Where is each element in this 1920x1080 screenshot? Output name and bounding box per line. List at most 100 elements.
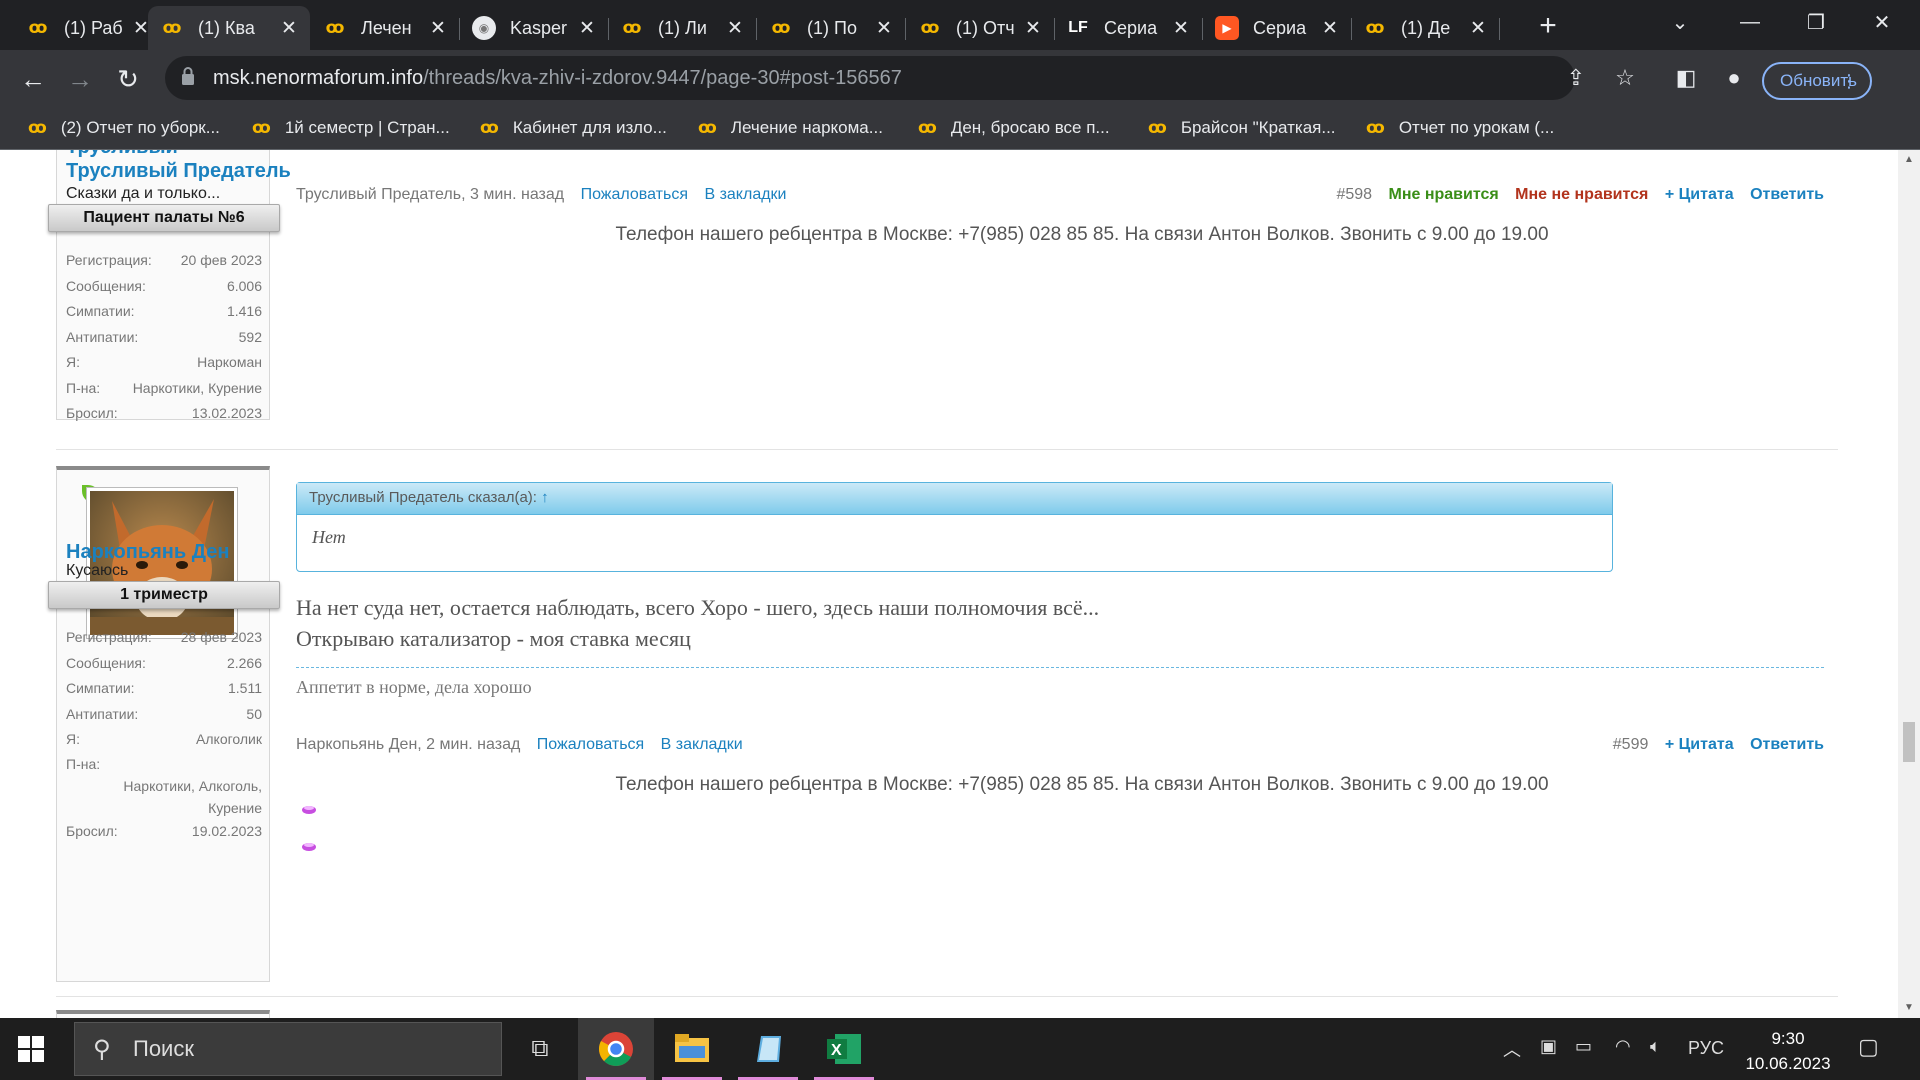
wifi-icon[interactable]: ◠	[1615, 1036, 1631, 1057]
tab-close-icon[interactable]: ✕	[429, 17, 447, 40]
url-text[interactable]: msk.nenormaforum.info/threads/kva-zhiv-i…	[213, 67, 902, 90]
scrollbar-thumb[interactable]	[1903, 722, 1915, 762]
scroll-up-arrow-icon[interactable]: ▲	[1904, 154, 1914, 165]
battery-icon[interactable]: ▭	[1575, 1036, 1592, 1057]
bookmark-item[interactable]: ꝏ Лечение наркома...	[698, 116, 883, 140]
quote-author: Трусливый Предатель сказал(а):	[309, 489, 537, 506]
clock-time: 9:30	[1771, 1029, 1805, 1048]
post1-username-line2[interactable]: Трусливый Предатель	[66, 160, 291, 182]
tab-close-icon[interactable]: ✕	[1172, 17, 1190, 40]
browser-tab[interactable]: ꝏ (1) Отч ✕	[906, 6, 1055, 50]
taskbar-clock[interactable]: 9:30 10.06.2023	[1738, 1026, 1838, 1076]
update-button[interactable]: Обновить ⋮	[1762, 62, 1872, 100]
browser-tab[interactable]: ꝏ Лечен ✕	[311, 6, 460, 50]
volume-icon[interactable]: 🔈︎	[1650, 1036, 1661, 1057]
stat-value: 2.266	[226, 654, 262, 671]
tab-search-chevron-icon[interactable]: ⌄	[1650, 0, 1710, 44]
tab-title: Сериа	[1104, 17, 1158, 38]
lock-icon[interactable]	[181, 66, 195, 86]
share-icon[interactable]: ⇪	[1562, 64, 1590, 92]
browser-tab[interactable]: ꝏ (1) Раб ✕	[14, 6, 163, 50]
bookmark-item[interactable]: ꝏ Ден, бросаю все п...	[918, 116, 1110, 140]
tab-close-icon[interactable]: ✕	[578, 17, 596, 40]
bookmark-label: Лечение наркома...	[730, 118, 883, 137]
post2-bookmark-link[interactable]: В закладки	[661, 736, 743, 753]
browser-tab[interactable]: ◉ Kasper ✕	[460, 6, 609, 50]
browser-tab[interactable]: ꝏ (1) По ✕	[757, 6, 906, 50]
browser-tab[interactable]: LF Сериа ✕	[1054, 6, 1203, 50]
meet-now-icon[interactable]: ▣	[1540, 1036, 1557, 1057]
browser-tab[interactable]: ꝏ (1) Де ✕	[1351, 6, 1500, 50]
tab-close-icon[interactable]: ✕	[1469, 17, 1487, 40]
excel-app-icon[interactable]: X	[806, 1018, 882, 1080]
tray-chevron-up-icon[interactable]: ︿	[1503, 1036, 1521, 1062]
bookmark-item[interactable]: ꝏ Брайсон "Краткая...	[1148, 116, 1336, 140]
minimize-button[interactable]: —	[1720, 0, 1780, 44]
tab-title: (1) По	[807, 17, 857, 38]
back-arrow-icon[interactable]: ←	[16, 62, 50, 96]
side-panel-icon[interactable]: ◧	[1672, 64, 1700, 92]
svg-text:X: X	[831, 1042, 842, 1059]
post1-bookmark-link[interactable]: В закладки	[704, 186, 786, 203]
post2-number[interactable]: #599	[1613, 736, 1649, 753]
taskbar-search[interactable]: ⚲ Поиск	[74, 1022, 502, 1076]
close-window-button[interactable]: ✕	[1852, 0, 1912, 44]
reload-icon[interactable]: ↻	[111, 62, 145, 96]
post1-like-link[interactable]: Мне нравится	[1389, 186, 1499, 203]
message-line: На нет суда нет, остается наблюдать, все…	[296, 595, 1100, 620]
post2-user-stats: Регистрация: 28 фев 2023 Сообщения: 2.266 Си…	[66, 625, 262, 844]
post1-username[interactable]: Трусливый	[66, 150, 178, 158]
scroll-down-arrow-icon[interactable]: ▼	[1904, 1002, 1914, 1013]
profile-icon[interactable]: ●	[1720, 64, 1748, 92]
bookmark-favicon-icon: ꝏ	[918, 118, 937, 137]
post1-author-time[interactable]: Трусливый Предатель, 3 мин. назад	[296, 186, 564, 203]
tab-close-icon[interactable]: ✕	[1321, 17, 1339, 40]
stat-row: П-на: Наркотики, Курение	[66, 376, 262, 402]
language-indicator[interactable]: РУС	[1688, 1038, 1724, 1059]
bookmark-label: Кабинет для изло...	[512, 118, 667, 137]
post2-quote-link[interactable]: + Цитата	[1665, 736, 1734, 753]
bookmark-item[interactable]: ꝏ Кабинет для изло...	[480, 116, 667, 140]
bookmark-item[interactable]: ꝏ 1й семестр | Стран...	[252, 116, 450, 140]
notepad-app-icon[interactable]	[730, 1018, 806, 1080]
bookmark-item[interactable]: ꝏ (2) Отчет по уборк...	[28, 116, 220, 140]
tab-title: (1) Ли	[658, 17, 707, 38]
menu-dots-icon[interactable]: ⋮	[1840, 71, 1858, 92]
tab-close-icon[interactable]: ✕	[280, 17, 298, 40]
bookmark-item[interactable]: ꝏ Отчет по урокам (...	[1366, 116, 1554, 140]
post1-reply-link[interactable]: Ответить	[1750, 186, 1824, 203]
url-path: /threads/kva-zhiv-i-zdorov.9447/page-30#…	[423, 67, 902, 89]
page-scrollbar[interactable]: ▲ ▼	[1898, 150, 1920, 1018]
post2-report-link[interactable]: Пожаловаться	[537, 736, 644, 753]
file-explorer-icon[interactable]	[654, 1018, 730, 1080]
search-placeholder: Поиск	[133, 1036, 194, 1061]
post2-author-time[interactable]: Наркопьянь Ден, 2 мин. назад	[296, 736, 520, 753]
chrome-taskbar-icon[interactable]	[578, 1018, 654, 1080]
post1-report-link[interactable]: Пожаловаться	[581, 186, 688, 203]
stat-row: Сообщения: 6.006	[66, 274, 262, 300]
post1-dislike-link[interactable]: Мне не нравится	[1515, 186, 1648, 203]
post2-username[interactable]: Наркопьянь Ден	[66, 541, 229, 563]
new-tab-button[interactable]: +	[1530, 8, 1566, 44]
browser-tab[interactable]: ꝏ (1) Ли ✕	[608, 6, 757, 50]
forward-arrow-icon[interactable]: →	[63, 62, 97, 96]
browser-tab[interactable]: ▶ Сериа ✕	[1203, 6, 1352, 50]
post1-quote-link[interactable]: + Цитата	[1665, 186, 1734, 203]
tab-close-icon[interactable]: ✕	[726, 17, 744, 40]
post1-number[interactable]: #598	[1336, 186, 1372, 203]
clock-date: 10.06.2023	[1745, 1054, 1831, 1073]
browser-tab[interactable]: ꝏ (1) Ква ✕	[148, 6, 310, 50]
tab-close-icon[interactable]: ✕	[1024, 17, 1042, 40]
post2-user-title: Кусаюсь	[66, 562, 129, 579]
windows-start-icon[interactable]	[18, 1036, 44, 1062]
restore-button[interactable]: ❐	[1786, 0, 1846, 44]
tab-favicon-icon: ꝏ	[325, 18, 345, 37]
task-view-icon[interactable]: ⧉	[502, 1018, 578, 1080]
post1-meta: Трусливый Предатель, 3 мин. назад Пожало…	[296, 186, 787, 204]
bookmark-star-icon[interactable]: ☆	[1611, 64, 1639, 92]
notifications-icon[interactable]: ▢	[1858, 1034, 1879, 1060]
post2-reply-link[interactable]: Ответить	[1750, 736, 1824, 753]
tab-close-icon[interactable]: ✕	[875, 17, 893, 40]
tab-title: (1) Де	[1401, 17, 1451, 38]
quote-jump-arrow-icon[interactable]: ↑	[541, 489, 549, 506]
